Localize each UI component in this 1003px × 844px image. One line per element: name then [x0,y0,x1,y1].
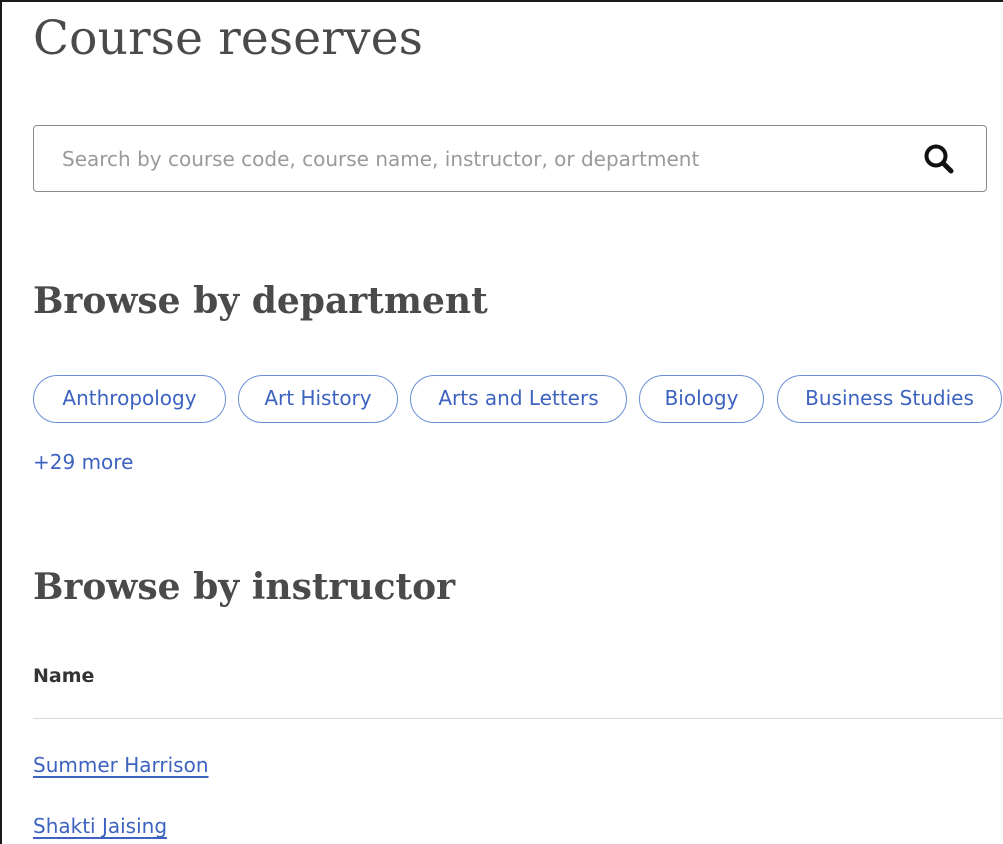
instructor-link-shakti-jaising[interactable]: Shakti Jaising [33,812,167,840]
page-title: Course reserves [33,11,424,66]
more-departments-link[interactable]: +29 more [33,448,133,476]
department-chip-biology[interactable]: Biology [639,375,764,423]
search-button[interactable] [920,140,960,178]
instructor-link-summer-harrison[interactable]: Summer Harrison [33,751,209,779]
browse-by-instructor-heading: Browse by instructor [33,566,456,608]
search-box [33,125,987,192]
department-chip-arts-and-letters[interactable]: Arts and Letters [410,375,627,423]
department-chip-anthropology[interactable]: Anthropology [33,375,226,423]
search-input[interactable] [62,126,902,191]
department-chip-art-history[interactable]: Art History [238,375,398,423]
divider [33,718,1003,719]
department-chip-business-studies[interactable]: Business Studies [777,375,1002,423]
search-icon [924,144,954,174]
name-column-header: Name [33,665,95,687]
browse-by-department-heading: Browse by department [33,280,488,322]
